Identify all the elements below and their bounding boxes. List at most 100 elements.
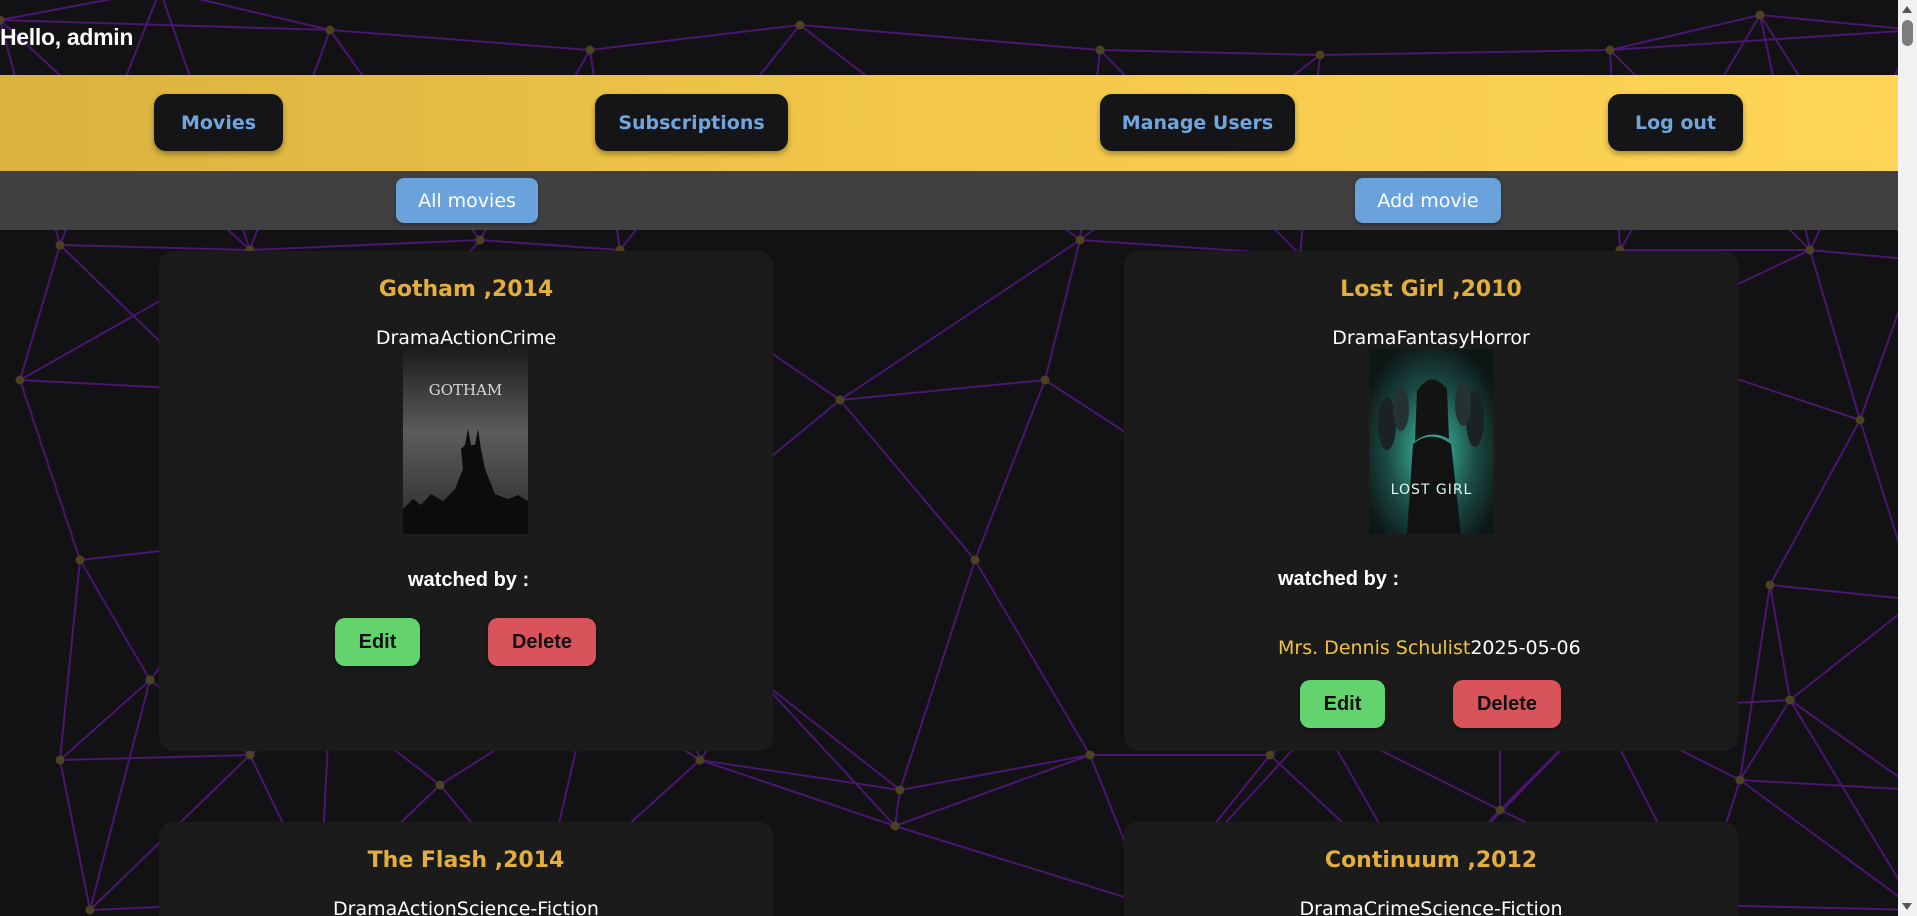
mesh-node bbox=[895, 785, 905, 795]
mesh-line bbox=[1739, 699, 1791, 781]
mesh-node bbox=[1785, 695, 1795, 705]
mesh-node bbox=[585, 45, 595, 55]
delete-movie-button[interactable]: Delete bbox=[1453, 680, 1561, 728]
mesh-line bbox=[899, 754, 1091, 791]
mesh-line bbox=[1809, 249, 1861, 421]
mesh-line bbox=[479, 239, 621, 251]
mesh-node bbox=[1095, 45, 1105, 55]
movie-title: The Flash ,2014 bbox=[367, 848, 565, 873]
movie-title: Gotham ,2014 bbox=[378, 277, 554, 302]
page-scrollbar[interactable] bbox=[1898, 0, 1917, 916]
mesh-node bbox=[835, 395, 845, 405]
mesh-line bbox=[899, 559, 976, 791]
edit-movie-button[interactable]: Edit bbox=[335, 618, 420, 666]
mesh-node bbox=[795, 20, 805, 30]
mesh-node bbox=[1605, 45, 1615, 55]
watch-date: 2025-05-06 bbox=[1470, 637, 1581, 659]
movie-genres: DramaCrimeScience-Fiction bbox=[1299, 898, 1563, 916]
svg-text:GOTHAM: GOTHAM bbox=[429, 381, 503, 399]
mesh-line bbox=[894, 825, 1151, 906]
mesh-node bbox=[695, 755, 705, 765]
mesh-line bbox=[0, 0, 113, 21]
scroll-down-arrow-icon[interactable] bbox=[1902, 903, 1912, 910]
mesh-node bbox=[145, 675, 155, 685]
main-navbar: Movies Subscriptions Manage Users Log ou… bbox=[0, 75, 1898, 171]
mesh-line bbox=[839, 379, 1046, 401]
movie-card-continuum: Continuum ,2012 DramaCrimeScience-Fictio… bbox=[1124, 822, 1738, 916]
nav-subscriptions-button[interactable]: Subscriptions bbox=[595, 94, 788, 151]
mesh-node bbox=[970, 555, 980, 565]
mesh-node bbox=[1040, 375, 1050, 385]
movie-poster-image: LOST GIRL bbox=[1369, 349, 1494, 534]
watcher-entry: Mrs. Dennis Schulist2025-05-06 bbox=[1278, 637, 1581, 659]
movie-card-lost-girl: Lost Girl ,2010 DramaFantasyHorror LOST … bbox=[1124, 251, 1738, 751]
all-movies-button[interactable]: All movies bbox=[396, 178, 538, 223]
mesh-node bbox=[1265, 750, 1275, 760]
mesh-node bbox=[1495, 805, 1505, 815]
mesh-line bbox=[1739, 584, 1771, 781]
movie-poster-image: GOTHAM bbox=[403, 349, 528, 534]
mesh-line bbox=[59, 679, 151, 761]
movie-title: Continuum ,2012 bbox=[1324, 848, 1538, 873]
mesh-node bbox=[1085, 750, 1095, 760]
mesh-node bbox=[890, 821, 900, 831]
mesh-line bbox=[589, 24, 801, 51]
mesh-line bbox=[1759, 14, 1917, 31]
mesh-line bbox=[1319, 49, 1611, 56]
mesh-node bbox=[435, 780, 445, 790]
mesh-node bbox=[1765, 580, 1775, 590]
scroll-up-arrow-icon[interactable] bbox=[1902, 6, 1912, 13]
movie-card-gotham: Gotham ,2014 DramaActionCrime GOTHAM wat… bbox=[159, 251, 773, 751]
mesh-line bbox=[89, 679, 151, 911]
watched-by-label: watched by : bbox=[1278, 568, 1400, 590]
mesh-line bbox=[699, 759, 901, 791]
nav-logout-button[interactable]: Log out bbox=[1608, 94, 1743, 151]
edit-movie-button[interactable]: Edit bbox=[1300, 680, 1385, 728]
mesh-node bbox=[1805, 245, 1815, 255]
mesh-node bbox=[325, 25, 335, 35]
nav-manage-users-button[interactable]: Manage Users bbox=[1100, 94, 1295, 151]
mesh-node bbox=[245, 750, 255, 760]
mesh-line bbox=[59, 244, 251, 251]
mesh-line bbox=[59, 759, 91, 911]
delete-movie-button[interactable]: Delete bbox=[488, 618, 596, 666]
mesh-line bbox=[59, 754, 251, 761]
mesh-node bbox=[1855, 415, 1865, 425]
mesh-line bbox=[1739, 779, 1917, 911]
greeting: Hello, admin bbox=[0, 24, 134, 50]
mesh-line bbox=[79, 559, 151, 681]
mesh-line bbox=[759, 679, 901, 791]
mesh-line bbox=[799, 24, 1101, 51]
mesh-line bbox=[249, 239, 481, 251]
mesh-node bbox=[15, 375, 25, 385]
mesh-line bbox=[974, 559, 1091, 756]
movie-genres: DramaFantasyHorror bbox=[1332, 327, 1530, 349]
mesh-node bbox=[85, 905, 95, 915]
mesh-line bbox=[974, 379, 1046, 561]
mesh-line bbox=[839, 399, 976, 561]
movies-subnav: All movies Add movie bbox=[0, 171, 1898, 230]
mesh-node bbox=[1735, 775, 1745, 785]
movie-card-the-flash: The Flash ,2014 DramaActionScience-Ficti… bbox=[159, 822, 773, 916]
mesh-line bbox=[1769, 419, 1861, 586]
mesh-line bbox=[1769, 584, 1917, 601]
nav-movies-button[interactable]: Movies bbox=[154, 94, 283, 151]
watcher-name[interactable]: Mrs. Dennis Schulist bbox=[1278, 637, 1470, 659]
mesh-node bbox=[55, 755, 65, 765]
mesh-line bbox=[1099, 49, 1321, 56]
scroll-thumb[interactable] bbox=[1902, 20, 1913, 46]
mesh-line bbox=[59, 559, 81, 761]
mesh-node bbox=[475, 235, 485, 245]
movie-genres: DramaActionScience-Fiction bbox=[333, 898, 599, 916]
mesh-node bbox=[55, 240, 65, 250]
mesh-node bbox=[1315, 50, 1325, 60]
svg-text:LOST GIRL: LOST GIRL bbox=[1391, 482, 1473, 498]
add-movie-button[interactable]: Add movie bbox=[1355, 178, 1501, 223]
mesh-line bbox=[894, 754, 1091, 827]
mesh-line bbox=[1739, 779, 1917, 791]
movie-title: Lost Girl ,2010 bbox=[1340, 277, 1522, 302]
watched-by-label: watched by : bbox=[408, 569, 530, 591]
movie-genres: DramaActionCrime bbox=[375, 327, 557, 349]
mesh-node bbox=[1075, 235, 1085, 245]
mesh-node bbox=[75, 555, 85, 565]
